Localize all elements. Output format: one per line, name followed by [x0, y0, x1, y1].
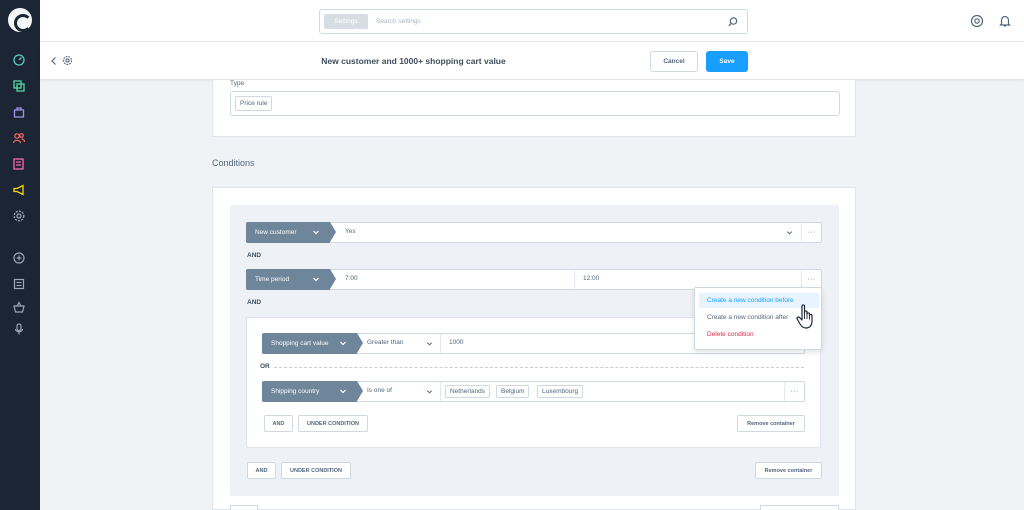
- top-header: Settings: [40, 0, 1024, 42]
- chevron-down-icon: [426, 390, 433, 394]
- divider: [574, 270, 575, 289]
- country-tag[interactable]: Belgium: [496, 385, 530, 398]
- detail-toolbar: New customer and 1000+ shopping cart val…: [40, 42, 1024, 80]
- or-operator-label: OR: [260, 363, 270, 370]
- chevron-down-icon: [313, 277, 319, 282]
- field-select-cart-value[interactable]: Shopping cart value: [262, 333, 363, 354]
- field-select-time-period[interactable]: Time period: [246, 269, 336, 290]
- search-bar[interactable]: Settings: [319, 9, 748, 34]
- content-icon[interactable]: [12, 157, 26, 171]
- operator-value: Is one of: [367, 387, 392, 394]
- more-actions-button[interactable]: ···: [784, 382, 804, 401]
- chevron-down-icon: [340, 341, 346, 346]
- bottom-button-stub: [230, 505, 258, 510]
- help-icon[interactable]: [970, 14, 984, 28]
- search-input[interactable]: [376, 14, 706, 29]
- field-select-new-customer[interactable]: New customer: [246, 222, 336, 243]
- and-operator-label: AND: [247, 252, 262, 259]
- condition-value[interactable]: Yes: [345, 228, 356, 235]
- bell-icon[interactable]: [998, 14, 1012, 28]
- page-title: New customer and 1000+ shopping cart val…: [321, 56, 506, 66]
- field-label: Time period: [255, 276, 290, 283]
- basket-icon[interactable]: [12, 300, 26, 314]
- or-separator: [274, 367, 804, 368]
- type-label: Type: [230, 80, 245, 87]
- save-button[interactable]: Save: [706, 51, 748, 72]
- search-scope-chip[interactable]: Settings: [324, 14, 368, 29]
- orders-icon[interactable]: [12, 105, 26, 119]
- operator-value: Greater than: [367, 339, 404, 346]
- type-field[interactable]: Price rule: [230, 91, 840, 116]
- dashboard-icon[interactable]: [12, 53, 26, 67]
- field-label: Shipping country: [271, 388, 320, 395]
- add-icon[interactable]: [12, 251, 26, 265]
- cancel-button[interactable]: Cancel: [650, 51, 698, 72]
- and-operator-label: AND: [247, 299, 262, 306]
- list-icon[interactable]: [12, 277, 26, 291]
- chevron-down-icon: [426, 342, 433, 346]
- chevron-down-icon: [313, 230, 319, 235]
- condition-row-new-customer: New customer Yes ···: [246, 222, 822, 243]
- type-value-chip: Price rule: [235, 96, 273, 111]
- condition-row-shipping-country: Shipping country Is one of Netherlands B…: [262, 381, 805, 402]
- general-card: Type Price rule: [212, 80, 856, 137]
- search-icon[interactable]: [727, 16, 739, 28]
- settings-icon[interactable]: [12, 209, 26, 223]
- chevron-down-icon: [340, 389, 346, 394]
- conditions-heading: Conditions: [212, 158, 255, 168]
- app-logo[interactable]: [8, 8, 32, 32]
- marketing-icon[interactable]: [12, 183, 26, 197]
- add-and-button[interactable]: AND: [247, 462, 276, 479]
- add-and-button[interactable]: AND: [264, 415, 293, 432]
- remove-container-button[interactable]: Remove container: [737, 415, 805, 432]
- field-label: New customer: [255, 229, 297, 236]
- country-tag[interactable]: Netherlands: [445, 385, 491, 398]
- hand-cursor-icon: [796, 304, 813, 329]
- remove-container-button[interactable]: Remove container: [755, 462, 822, 479]
- cart-value-input[interactable]: 1000: [449, 339, 463, 346]
- more-actions-button[interactable]: ···: [801, 223, 821, 242]
- operator-select[interactable]: Is one of: [363, 382, 441, 401]
- gear-icon[interactable]: [62, 55, 73, 66]
- bottom-button-stub: [760, 505, 839, 510]
- time-to-input[interactable]: 12:00: [583, 275, 599, 282]
- operator-select[interactable]: Greater than: [363, 334, 441, 353]
- time-from-input[interactable]: 7:00: [345, 275, 358, 282]
- country-tag[interactable]: Luxembourg: [537, 385, 584, 398]
- back-arrow-icon[interactable]: [49, 56, 59, 66]
- customers-icon[interactable]: [12, 131, 26, 145]
- field-label: Shopping cart value: [271, 340, 329, 347]
- add-subcondition-button[interactable]: UNDER CONDITION: [281, 462, 351, 479]
- microphone-icon[interactable]: [12, 322, 26, 336]
- chevron-down-icon[interactable]: [786, 229, 793, 236]
- add-subcondition-button[interactable]: UNDER CONDITION: [298, 415, 368, 432]
- field-select-shipping-country[interactable]: Shipping country: [262, 381, 363, 402]
- sidebar: [0, 0, 40, 510]
- catalog-icon[interactable]: [12, 79, 26, 93]
